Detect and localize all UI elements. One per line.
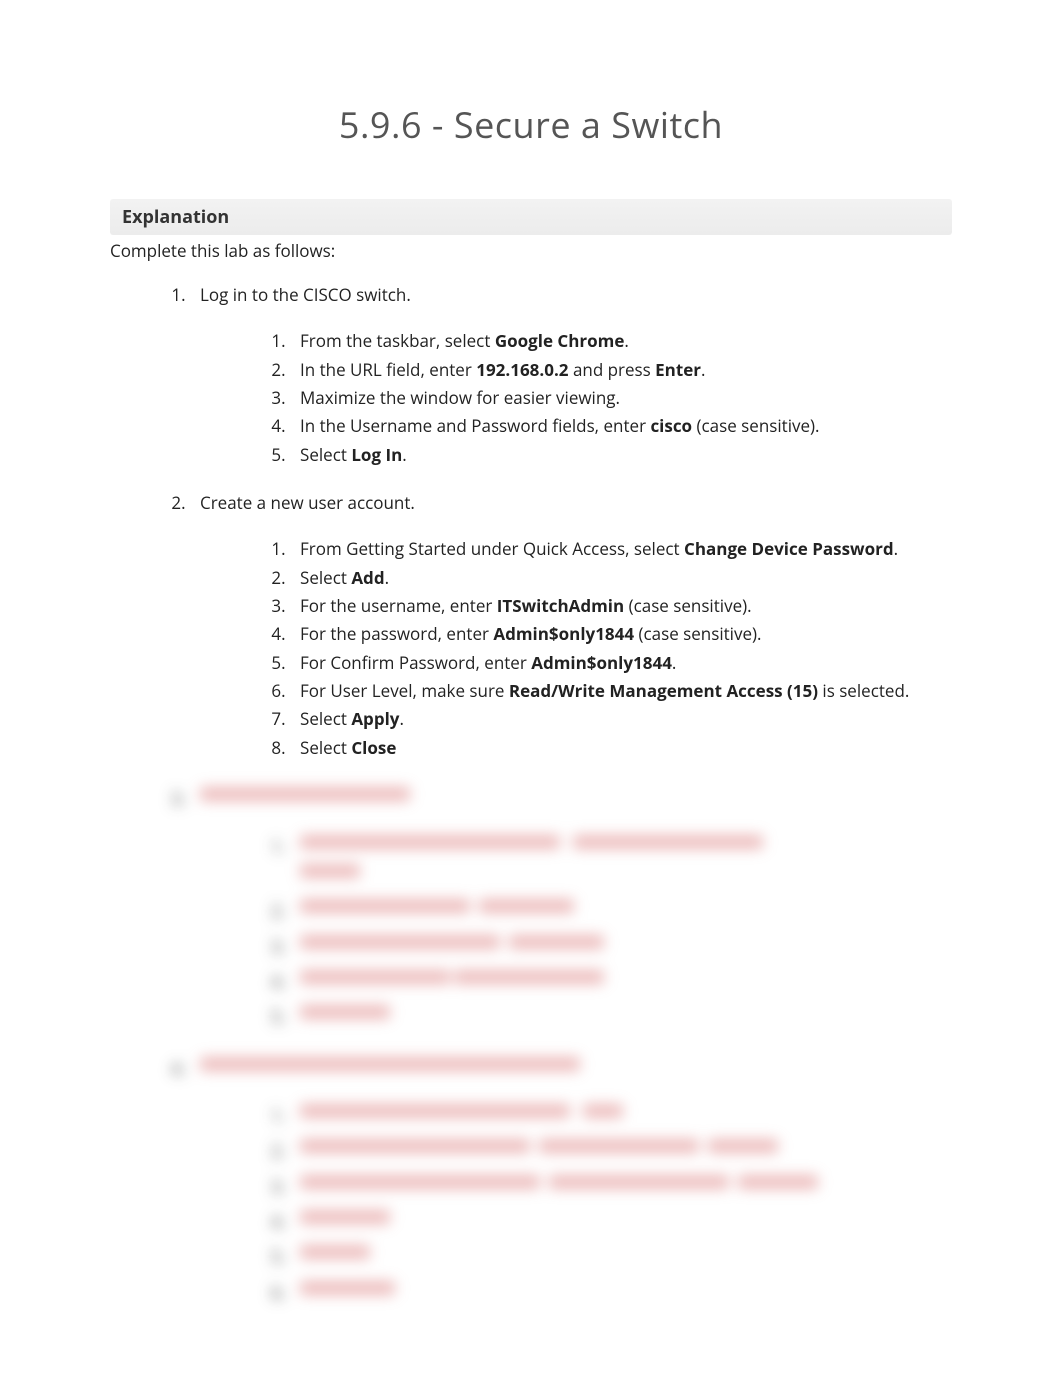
step-1-label: Log in to the CISCO switch. bbox=[200, 283, 411, 306]
text: For Confirm Password, enter bbox=[300, 651, 531, 674]
list-item: Select Add. bbox=[290, 565, 952, 591]
step-2-substeps: From Getting Started under Quick Access,… bbox=[200, 536, 952, 761]
text: . bbox=[701, 358, 705, 381]
bold-text: Google Chrome bbox=[495, 329, 625, 352]
bold-text: cisco bbox=[650, 414, 692, 437]
list-item: From the taskbar, select Google Chrome. bbox=[290, 328, 952, 354]
list-item: In the URL field, enter 192.168.0.2 and … bbox=[290, 357, 952, 383]
bold-text: Change Device Password bbox=[684, 537, 894, 560]
explanation-header: Explanation bbox=[110, 199, 952, 235]
text: Maximize the window for easier viewing. bbox=[300, 386, 620, 409]
text: . bbox=[399, 707, 403, 730]
text: . bbox=[894, 537, 898, 560]
text: Select bbox=[300, 443, 351, 466]
list-item: Maximize the window for easier viewing. bbox=[290, 385, 952, 411]
bold-text: Admin$only1844 bbox=[493, 622, 634, 645]
text: Select bbox=[300, 736, 351, 759]
text: (case sensitive). bbox=[624, 594, 751, 617]
text: Select bbox=[300, 566, 351, 589]
text: and press bbox=[569, 358, 656, 381]
step-2: Create a new user account. From Getting … bbox=[190, 490, 952, 761]
bold-text: Log In bbox=[351, 443, 402, 466]
bold-text: Read/Write Management Access (15) bbox=[509, 679, 818, 702]
text: . bbox=[402, 443, 406, 466]
text: In the URL field, enter bbox=[300, 358, 476, 381]
text: is selected. bbox=[818, 679, 909, 702]
bold-text: Close bbox=[351, 736, 396, 759]
list-item: For the password, enter Admin$only1844 (… bbox=[290, 621, 952, 647]
bold-text: Add bbox=[351, 566, 384, 589]
text: Select bbox=[300, 707, 351, 730]
intro-text: Complete this lab as follows: bbox=[110, 239, 952, 262]
text: From the taskbar, select bbox=[300, 329, 495, 352]
main-steps-list: Log in to the CISCO switch. From the tas… bbox=[110, 282, 952, 761]
list-item: For Confirm Password, enter Admin$only18… bbox=[290, 650, 952, 676]
list-item: Select Log In. bbox=[290, 442, 952, 468]
text: For User Level, make sure bbox=[300, 679, 509, 702]
step-2-label: Create a new user account. bbox=[200, 491, 415, 514]
bold-text: ITSwitchAdmin bbox=[497, 594, 624, 617]
text: . bbox=[624, 329, 628, 352]
bold-text: Admin$only1844 bbox=[531, 651, 672, 674]
text: For the username, enter bbox=[300, 594, 497, 617]
obscured-content bbox=[110, 783, 952, 1306]
text: . bbox=[385, 566, 389, 589]
bold-text: 192.168.0.2 bbox=[476, 358, 568, 381]
text: From Getting Started under Quick Access,… bbox=[300, 537, 684, 560]
list-item: Select Close bbox=[290, 735, 952, 761]
list-item: For User Level, make sure Read/Write Man… bbox=[290, 678, 952, 704]
text: (case sensitive). bbox=[634, 622, 761, 645]
step-1: Log in to the CISCO switch. From the tas… bbox=[190, 282, 952, 468]
list-item: For the username, enter ITSwitchAdmin (c… bbox=[290, 593, 952, 619]
text: . bbox=[672, 651, 676, 674]
page-title: 5.9.6 - Secure a Switch bbox=[110, 100, 952, 149]
step-1-substeps: From the taskbar, select Google Chrome. … bbox=[200, 328, 952, 468]
list-item: In the Username and Password fields, ent… bbox=[290, 413, 952, 439]
bold-text: Enter bbox=[655, 358, 701, 381]
text: In the Username and Password fields, ent… bbox=[300, 414, 650, 437]
bold-text: Apply bbox=[351, 707, 399, 730]
text: (case sensitive). bbox=[692, 414, 819, 437]
text: For the password, enter bbox=[300, 622, 493, 645]
list-item: Select Apply. bbox=[290, 706, 952, 732]
list-item: From Getting Started under Quick Access,… bbox=[290, 536, 952, 562]
